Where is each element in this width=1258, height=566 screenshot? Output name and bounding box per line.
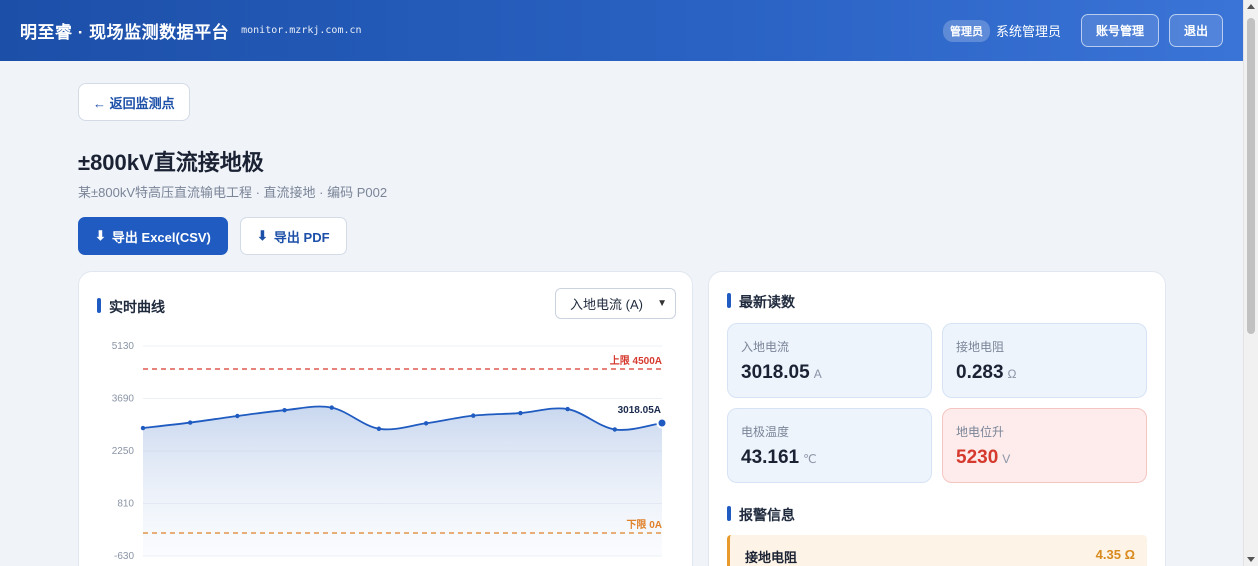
logout-button[interactable]: 退出 bbox=[1168, 14, 1223, 47]
scroll-up-arrow-icon[interactable] bbox=[1247, 4, 1255, 9]
reading-value: 0.283 Ω bbox=[956, 362, 1017, 383]
top-navbar: 明至睿 · 现场监测数据平台 monitor.mzrkj.com.cn 管理员 … bbox=[0, 0, 1243, 61]
reading-label: 地电位升 bbox=[956, 425, 1005, 439]
latest-data-point bbox=[656, 417, 668, 429]
readings-section-title: 最新读数 bbox=[727, 292, 795, 312]
data-point bbox=[471, 413, 476, 418]
latest-readings-card: 最新读数 入地电流 3018.05 A 接地电阻 0.283 Ω 电极温度 43.1… bbox=[708, 271, 1166, 566]
scroll-thumb[interactable] bbox=[1247, 18, 1255, 334]
account-management-button[interactable]: 账号管理 bbox=[1080, 14, 1159, 47]
y-tick-label: 810 bbox=[117, 499, 134, 510]
page-title: ±800kV直流接地极 bbox=[78, 150, 264, 175]
alarm-item[interactable]: 接地电阻 4.35 Ω bbox=[727, 535, 1147, 566]
y-tick-label: -630 bbox=[114, 551, 134, 562]
y-tick-label: 2250 bbox=[112, 446, 135, 457]
upper-limit-label: 上限 4500A bbox=[610, 354, 662, 367]
data-point bbox=[235, 413, 240, 419]
reading-value: 5230 V bbox=[956, 447, 1011, 468]
data-point bbox=[376, 426, 382, 431]
reading-value: 43.161 ℃ bbox=[741, 447, 817, 468]
alarm-value: 4.35 Ω bbox=[1095, 547, 1135, 562]
reading-tile-temperature: 电极温度 43.161 ℃ bbox=[727, 408, 932, 483]
data-point bbox=[518, 410, 523, 416]
realtime-chart-card: 实时曲线 入地电流 (A) ▼ 5130 3690 2250 810 -630 上限 4… bbox=[78, 271, 693, 566]
y-tick-label: 5130 bbox=[112, 341, 135, 352]
alarm-name: 接地电阻 bbox=[745, 550, 798, 565]
role-badge: 管理员 bbox=[942, 19, 990, 42]
reading-label: 电极温度 bbox=[741, 425, 790, 439]
page-subtitle: 某±800kV特高压直流输电工程 · 直流接地 · 编码 P002 bbox=[78, 185, 388, 200]
export-pdf-label: 导出 PDF bbox=[273, 229, 330, 245]
page-scrollbar[interactable] bbox=[1243, 0, 1258, 566]
data-point bbox=[612, 427, 618, 432]
data-point bbox=[423, 421, 429, 426]
data-point bbox=[565, 406, 570, 412]
reading-label: 接地电阻 bbox=[956, 340, 1005, 354]
latest-value-label: 3018.05A bbox=[618, 405, 661, 416]
scroll-down-arrow-icon[interactable] bbox=[1247, 557, 1255, 562]
lower-limit-label: 下限 0A bbox=[626, 519, 662, 531]
user-area: 管理员 系统管理员 账号管理 退出 bbox=[942, 14, 1223, 47]
export-excel-button[interactable]: ⬇ 导出 Excel(CSV) bbox=[78, 217, 228, 255]
reading-label: 入地电流 bbox=[741, 340, 790, 354]
export-pdf-button[interactable]: ⬇ 导出 PDF bbox=[240, 217, 347, 255]
export-excel-label: 导出 Excel(CSV) bbox=[111, 229, 211, 245]
download-arrow-icon: ⬇ bbox=[95, 228, 106, 243]
username-label: 系统管理员 bbox=[995, 24, 1061, 39]
reading-tile-resistance: 接地电阻 0.283 Ω bbox=[942, 323, 1147, 398]
data-point bbox=[140, 425, 146, 431]
data-point bbox=[329, 405, 334, 410]
site-domain: monitor.mzrkj.com.cn bbox=[241, 25, 362, 36]
realtime-line-chart: 5130 3690 2250 810 -630 上限 4500A 下限 0A 3018.0… bbox=[112, 341, 668, 562]
reading-tile-current: 入地电流 3018.05 A bbox=[727, 323, 932, 398]
data-point bbox=[187, 420, 193, 425]
back-to-points-button[interactable]: ← 返回监测点 bbox=[78, 83, 190, 121]
app-title: 明至睿 · 现场监测数据平台 bbox=[20, 23, 230, 42]
download-arrow-icon: ⬇ bbox=[257, 228, 268, 243]
reading-tile-potential-rise: 地电位升 5230 V bbox=[942, 408, 1147, 483]
alarm-section-title: 报警信息 bbox=[727, 505, 795, 525]
y-tick-label: 3690 bbox=[112, 394, 135, 405]
data-point bbox=[282, 407, 287, 413]
reading-value: 3018.05 A bbox=[741, 362, 822, 383]
